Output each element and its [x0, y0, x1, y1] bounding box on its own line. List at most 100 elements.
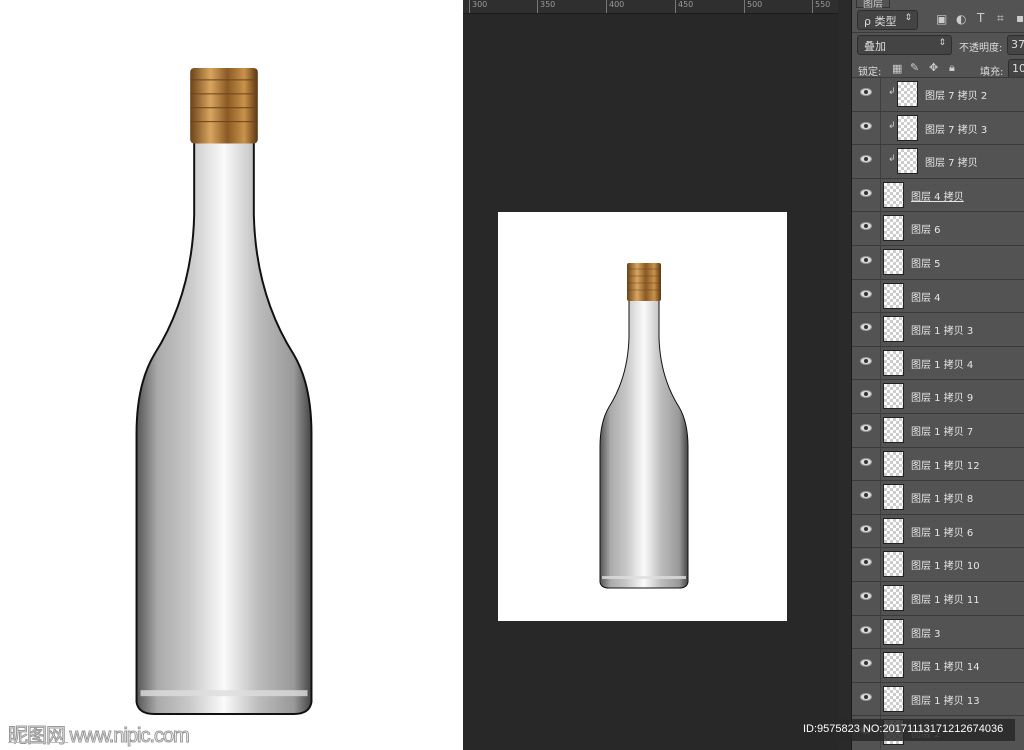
shape-filter-icon[interactable]: ⌗: [997, 11, 1004, 26]
blend-mode-select[interactable]: 叠加 ⇕: [857, 35, 952, 55]
layer-name: 图层 4 拷贝: [911, 191, 964, 203]
visibility-eye-icon[interactable]: [860, 256, 872, 264]
ruler-tick: 550: [812, 0, 830, 13]
layer-row[interactable]: 图层 6: [852, 211, 1024, 245]
layer-row[interactable]: 图层 4: [852, 278, 1024, 313]
layer-name: 图层 1 拷贝 7: [911, 427, 974, 438]
adjustment-filter-icon[interactable]: ◐: [956, 12, 966, 26]
layer-thumbnail: [883, 652, 904, 679]
visibility-eye-icon[interactable]: [860, 356, 872, 365]
layer-row[interactable]: 图层 1 拷贝 8: [852, 480, 1024, 514]
layer-row[interactable]: 图层 3: [852, 614, 1024, 649]
divider: [880, 649, 881, 682]
type-filter-icon[interactable]: T: [977, 11, 984, 25]
panel-divider[interactable]: [838, 0, 852, 750]
layer-thumbnail: [883, 349, 904, 376]
visibility-eye-icon[interactable]: [860, 625, 872, 634]
layer-name: 图层 1 拷贝 10: [911, 561, 980, 573]
divider: [880, 178, 881, 212]
horizontal-ruler[interactable]: 300 350 400 450 500 550: [463, 0, 838, 14]
layer-row[interactable]: 图层 1 拷贝 4: [852, 345, 1024, 380]
fill-input[interactable]: 100%: [1008, 59, 1024, 79]
image-filter-icon[interactable]: ▣: [936, 12, 947, 26]
layer-row[interactable]: ↲ 图层 7 拷贝 3: [852, 110, 1024, 145]
visibility-eye-icon[interactable]: [860, 289, 872, 298]
fill-label: 填充:: [980, 67, 1004, 78]
layer-filter-select[interactable]: ρ 类型 ⇕: [857, 10, 918, 30]
layer-row[interactable]: 图层 1 拷贝 10: [852, 547, 1024, 581]
divider: [880, 212, 881, 245]
layer-row[interactable]: 图层 1 拷贝 11: [852, 581, 1024, 615]
divider: [880, 279, 881, 313]
layer-row[interactable]: 图层 1 拷贝 9: [852, 379, 1024, 413]
smart-object-filter-icon[interactable]: ▪: [1016, 11, 1024, 25]
visibility-eye-icon[interactable]: [860, 592, 872, 600]
visibility-eye-icon[interactable]: [860, 390, 872, 399]
visibility-eye-icon[interactable]: [860, 155, 872, 164]
layer-thumbnail: [883, 585, 904, 611]
divider: [880, 447, 881, 481]
layer-row[interactable]: ↲ 图层 7 拷贝: [852, 144, 1024, 178]
layer-thumbnail: [883, 417, 904, 443]
visibility-eye-icon[interactable]: [860, 457, 872, 466]
layer-name: 图层 5: [911, 259, 941, 270]
lock-all-icon[interactable]: 🔒︎: [949, 61, 955, 75]
layer-row[interactable]: 图层 1 拷贝 12: [852, 446, 1024, 481]
chevron-updown-icon: ⇕: [904, 13, 912, 23]
layer-name: 图层 1 拷贝 9: [911, 393, 974, 405]
layer-row[interactable]: 图层 1 拷贝 7: [852, 413, 1024, 447]
clipping-mask-icon: ↲: [888, 87, 896, 97]
lock-paint-brush-icon[interactable]: ✎: [910, 61, 919, 74]
visibility-eye-icon[interactable]: [860, 222, 872, 231]
ruler-tick: 350: [537, 0, 555, 13]
document-canvas[interactable]: [498, 212, 787, 621]
visibility-eye-icon[interactable]: [860, 558, 872, 567]
lock-label: 锁定:: [858, 67, 882, 78]
visibility-eye-icon[interactable]: [860, 88, 872, 96]
layer-row[interactable]: 图层 1 拷贝 6: [852, 513, 1024, 548]
ruler-tick: 450: [675, 0, 693, 13]
opacity-label: 不透明度:: [959, 43, 1003, 54]
watermark-extra: [8, 742, 68, 750]
layer-name: 图层 1 拷贝 3: [911, 326, 974, 338]
layer-row[interactable]: 图层 1 拷贝 3: [852, 312, 1024, 346]
visibility-eye-icon[interactable]: [860, 692, 872, 701]
canvas-workspace[interactable]: 300 350 400 450 500 550: [463, 0, 838, 750]
layer-thumbnail: [897, 81, 918, 107]
layer-row[interactable]: 图层 1 拷贝 13: [852, 681, 1024, 716]
layer-name: 图层 3: [911, 628, 941, 640]
lock-transparent-icon[interactable]: ▦: [892, 62, 902, 75]
ruler-tick: 400: [606, 0, 624, 13]
filter-label: ρ 类型: [864, 15, 897, 28]
opacity-input[interactable]: 37%: [1007, 35, 1024, 55]
visibility-eye-icon[interactable]: [860, 659, 872, 668]
clipping-mask-icon: ↲: [888, 120, 896, 131]
visibility-eye-icon[interactable]: [860, 323, 872, 332]
layer-name: 图层 1 拷贝 13: [911, 695, 980, 707]
layer-thumbnail: [883, 215, 904, 242]
visibility-eye-icon[interactable]: [860, 121, 872, 130]
tab-layers[interactable]: 图层: [856, 0, 890, 10]
layers-panel: 图层 ρ 类型 ⇕ ▣ ◐ T ⌗ ▪ 叠加 ⇕ 不透明度: 37% 锁定: ▦ ✎…: [852, 0, 1024, 750]
divider: [880, 481, 881, 514]
layer-row[interactable]: 图层 1 拷贝 14: [852, 648, 1024, 682]
clipping-mask-icon: ↲: [888, 154, 896, 165]
divider: [880, 682, 881, 716]
layer-row[interactable]: 图层 4 拷贝: [852, 177, 1024, 212]
chevron-updown-icon: ⇕: [938, 38, 946, 48]
visibility-eye-icon[interactable]: [860, 491, 872, 500]
layer-thumbnail: [897, 114, 918, 141]
divider: [880, 414, 881, 447]
lock-position-move-icon[interactable]: ✥: [929, 61, 938, 74]
bottle-small: [599, 261, 689, 593]
layer-row[interactable]: 图层 5: [852, 245, 1024, 279]
layer-row[interactable]: ↲ 图层 7 拷贝 2: [852, 77, 1024, 111]
divider: [880, 313, 881, 346]
divider: [880, 548, 881, 581]
visibility-eye-icon[interactable]: [860, 188, 872, 197]
layer-thumbnail: [883, 517, 904, 544]
ruler-tick: 300: [469, 0, 487, 13]
visibility-eye-icon[interactable]: [860, 424, 872, 432]
visibility-eye-icon[interactable]: [860, 524, 872, 533]
layer-name: 图层 7 拷贝 3: [925, 124, 988, 136]
